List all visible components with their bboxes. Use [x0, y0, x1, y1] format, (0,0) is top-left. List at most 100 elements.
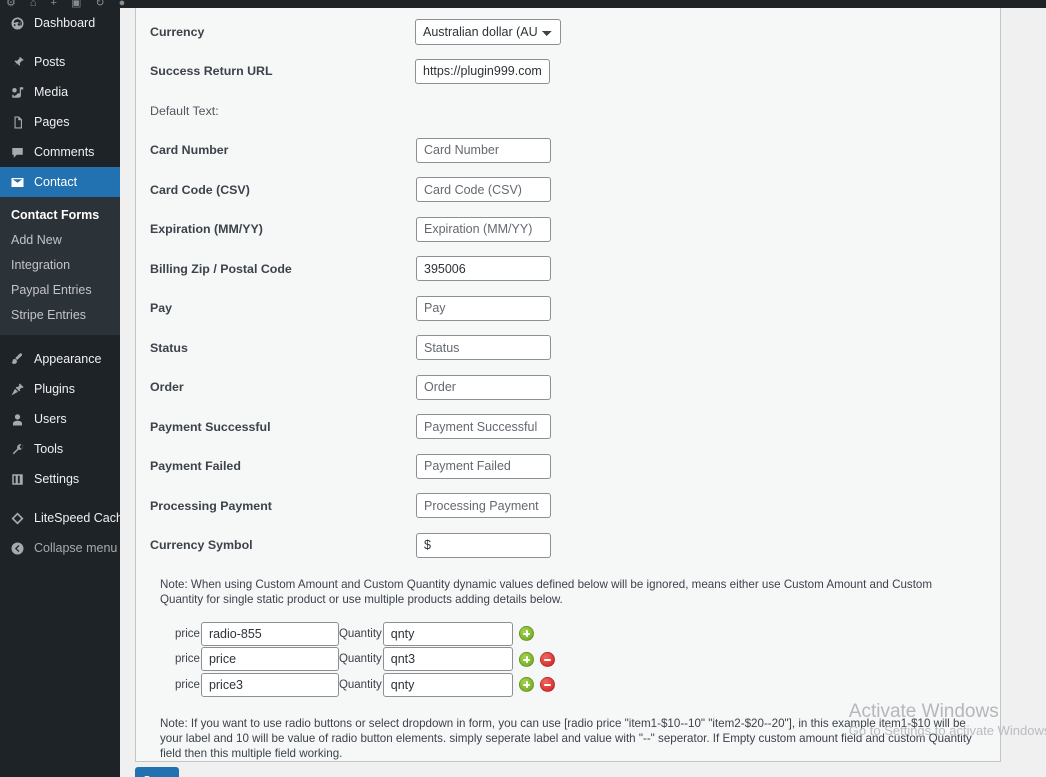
sidebar-item-contact[interactable]: Contact: [0, 167, 128, 197]
quantity-label: Quantity: [338, 627, 382, 640]
payment-successful-input[interactable]: [416, 414, 551, 440]
submenu-item-add-new[interactable]: Add New: [0, 228, 120, 253]
remove-row-icon[interactable]: [539, 677, 555, 693]
submenu-item-integration[interactable]: Integration: [0, 253, 120, 278]
sidebar-item-label: Contact: [34, 175, 78, 189]
field-row-card-code: Card Code (CSV): [150, 170, 986, 210]
card-number-input[interactable]: [416, 137, 551, 163]
price-input[interactable]: [200, 672, 339, 697]
price-label: price: [175, 678, 200, 691]
sidebar-item-plugins[interactable]: Plugins: [0, 374, 120, 404]
submenu-item-paypal-entries[interactable]: Paypal Entries: [0, 278, 120, 303]
comments-bubble-icon[interactable]: ●: [119, 0, 126, 8]
expiration-input[interactable]: [416, 216, 551, 242]
add-row-icon[interactable]: [518, 651, 534, 667]
currency-symbol-control: [415, 532, 986, 558]
field-row-success-return-url: Success Return URL: [150, 52, 986, 92]
billing-zip-control: [415, 256, 986, 282]
order-input[interactable]: [416, 374, 551, 400]
payment-failed-control: [415, 453, 986, 479]
card-code-input[interactable]: [416, 177, 551, 203]
wp-admin-bar: ⚙ ⌂ + ▣ ↻ ●: [0, 0, 1046, 8]
main-content: Currency Australian dollar (AUD) Success…: [120, 8, 1046, 777]
sidebar-item-media[interactable]: Media: [0, 77, 120, 107]
quantity-input[interactable]: [382, 647, 513, 672]
sidebar-item-pages[interactable]: Pages: [0, 107, 120, 137]
add-row-icon[interactable]: [518, 677, 534, 693]
quantity-label: Quantity: [338, 678, 382, 691]
site-name-icon[interactable]: ⌂: [30, 0, 37, 8]
payment-successful-label: Payment Successful: [150, 419, 271, 434]
order-control: [415, 374, 986, 400]
pay-label: Pay: [150, 301, 173, 316]
sidebar-item-litespeed-cache[interactable]: LiteSpeed Cache: [0, 503, 130, 533]
admin-bar-items: ⚙ ⌂ + ▣ ↻ ●: [0, 0, 1046, 8]
pay-input[interactable]: [416, 295, 551, 321]
quantity-input[interactable]: [382, 621, 513, 646]
status-label: Status: [150, 340, 188, 355]
sidebar-item-label: Pages: [34, 115, 70, 129]
sidebar-item-settings[interactable]: Settings: [0, 464, 120, 494]
submenu-item-contact-forms[interactable]: Contact Forms: [0, 203, 120, 228]
field-row-payment-successful: Payment Successful: [150, 407, 986, 447]
plug-icon: [9, 381, 26, 398]
note-radio-dropdown: Note: If you want to use radio buttons o…: [160, 716, 972, 760]
sidebar-item-users[interactable]: Users: [0, 404, 120, 434]
field-row-card-number: Card Number: [150, 131, 986, 171]
collapse-menu-button[interactable]: Collapse menu: [0, 533, 120, 563]
quantity-input[interactable]: [382, 672, 513, 697]
pay-control: [415, 295, 986, 321]
plugin-icon[interactable]: ▣: [71, 0, 81, 8]
wp-logo-icon[interactable]: ⚙: [6, 0, 16, 8]
billing-zip-label: Billing Zip / Postal Code: [150, 261, 292, 276]
sidebar-separator: [0, 335, 120, 344]
comment-icon: [9, 144, 26, 161]
sliders-icon: [9, 471, 26, 488]
payment-failed-input[interactable]: [416, 453, 551, 479]
currency-label: Currency: [150, 24, 205, 39]
field-row-order: Order: [150, 368, 986, 408]
sidebar-item-label: Media: [34, 85, 69, 99]
field-row-currency: Currency Australian dollar (AUD): [150, 12, 986, 52]
save-button[interactable]: Save: [135, 767, 179, 777]
success-return-url-input[interactable]: [415, 58, 550, 84]
currency-symbol-input[interactable]: [416, 532, 551, 558]
envelope-icon: [9, 174, 26, 191]
success-return-url-control: [415, 58, 986, 84]
sidebar-item-posts[interactable]: Posts: [0, 47, 120, 77]
success-return-url-label: Success Return URL: [150, 64, 273, 79]
sidebar-item-appearance[interactable]: Appearance: [0, 344, 120, 374]
sidebar-item-tools[interactable]: Tools: [0, 434, 120, 464]
status-control: [415, 335, 986, 361]
default-text-heading: Default Text:: [150, 103, 219, 118]
sidebar-item-comments[interactable]: Comments: [0, 137, 120, 167]
status-input[interactable]: [416, 335, 551, 361]
add-row-icon[interactable]: [518, 626, 534, 642]
payment-settings-panel: Currency Australian dollar (AUD) Success…: [135, 8, 1001, 762]
price-input[interactable]: [200, 621, 339, 646]
sidebar-item-dashboard[interactable]: Dashboard: [0, 8, 120, 38]
price-label: price: [175, 627, 200, 640]
billing-zip-input[interactable]: [416, 256, 551, 282]
sidebar-item-label: Tools: [34, 442, 64, 456]
submenu-item-stripe-entries[interactable]: Stripe Entries: [0, 303, 120, 328]
media-icon: [9, 84, 26, 101]
wordpress-admin-screen: ⚙ ⌂ + ▣ ↻ ● Dashboard Posts Media Pages …: [0, 0, 1046, 777]
processing-payment-input[interactable]: [416, 493, 551, 519]
new-content-icon[interactable]: +: [51, 0, 57, 8]
field-row-currency-symbol: Currency Symbol: [150, 526, 986, 566]
processing-payment-label: Processing Payment: [150, 498, 272, 513]
price-input[interactable]: [200, 647, 339, 672]
updates-icon[interactable]: ↻: [95, 0, 104, 8]
field-row-status: Status: [150, 328, 986, 368]
table-row: price Quantity: [175, 621, 986, 647]
field-row-payment-failed: Payment Failed: [150, 447, 986, 487]
field-row-default-text-heading: Default Text:: [150, 91, 986, 131]
sidebar-item-label: Settings: [34, 472, 80, 486]
card-code-label: Card Code (CSV): [150, 182, 250, 197]
remove-row-icon[interactable]: [539, 651, 555, 667]
field-row-pay: Pay: [150, 289, 986, 329]
sidebar-item-label: Users: [34, 412, 67, 426]
wrench-icon: [9, 441, 26, 458]
currency-select[interactable]: Australian dollar (AUD): [415, 18, 561, 45]
